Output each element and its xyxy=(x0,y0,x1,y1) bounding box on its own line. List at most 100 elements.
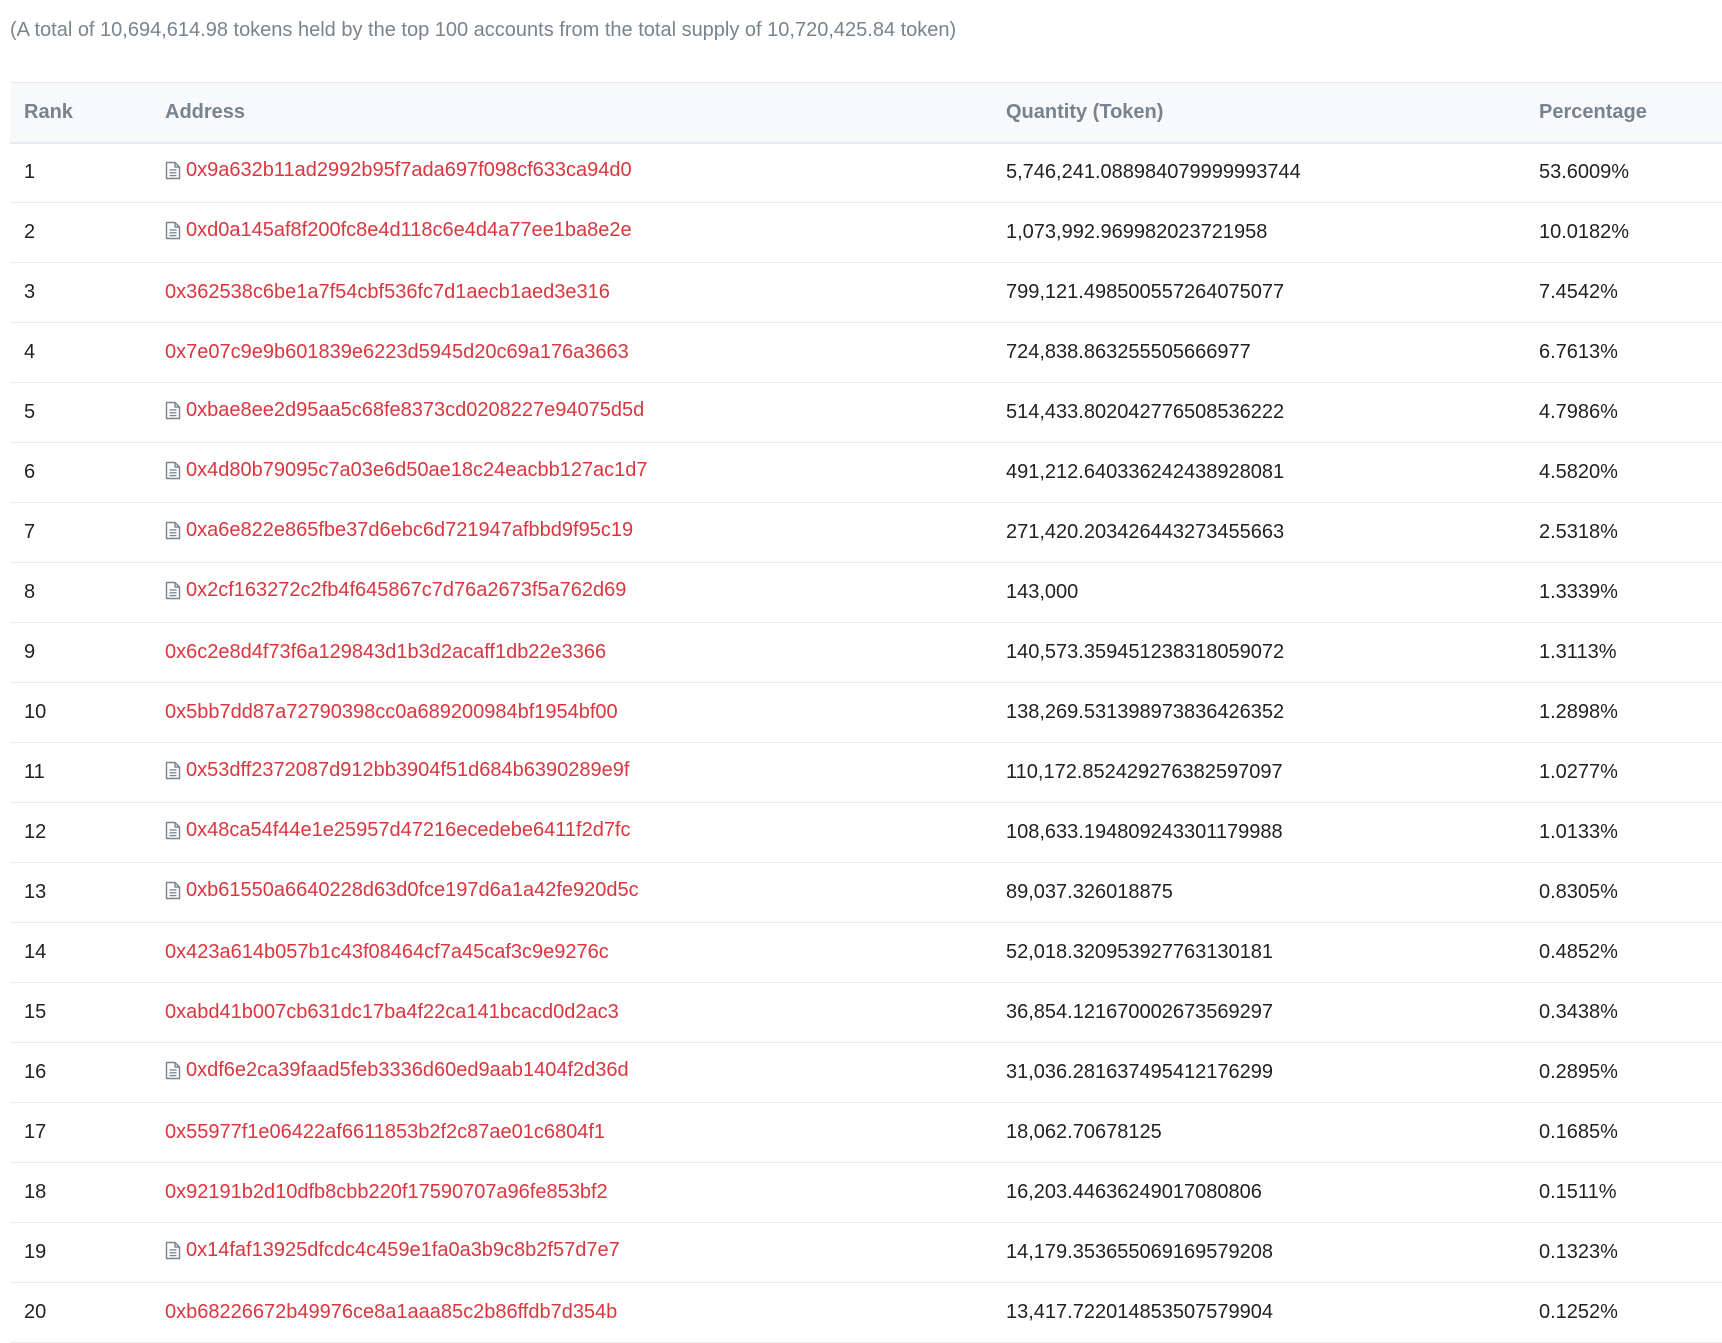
table-row: 17 0x55977f1e06422af6611853b2f2c87ae01c68… xyxy=(10,1102,1722,1163)
table-row: 3 0x362538c6be1a7f54cbf536fc7d1aecb1aed3e… xyxy=(10,262,1722,323)
holder-address-text: 0xb68226672b49976ce8a1aaa85c2b86ffdb7d35… xyxy=(165,1301,618,1323)
rank-cell: 19 xyxy=(10,1222,151,1283)
rank-cell: 9 xyxy=(10,622,151,683)
table-row: 11 0x53dff2372087d912bb3904f51d684b639028… xyxy=(10,742,1722,803)
holder-address-link[interactable]: 0x6c2e8d4f73f6a129843d1b3d2acaff1db22e33… xyxy=(165,641,606,664)
rank-cell: 8 xyxy=(10,562,151,623)
address-cell: 0x423a614b057b1c43f08464cf7a45caf3c9e927… xyxy=(151,922,992,983)
holder-address-link[interactable]: 0x53dff2372087d912bb3904f51d684b6390289e… xyxy=(165,759,629,782)
table-row: 8 0x2cf163272c2fb4f645867c7d76a2673f5a762… xyxy=(10,562,1722,623)
holder-address-text: 0xb61550a6640228d63d0fce197d6a1a42fe920d… xyxy=(186,879,639,901)
header-row: Rank Address Quantity (Token) Percentage xyxy=(10,82,1722,144)
table-row: 16 0xdf6e2ca39faad5feb3336d60ed9aab1404f2… xyxy=(10,1042,1722,1103)
holder-address-link[interactable]: 0xb61550a6640228d63d0fce197d6a1a42fe920d… xyxy=(165,879,639,902)
rank-cell: 17 xyxy=(10,1102,151,1163)
address-cell: 0x362538c6be1a7f54cbf536fc7d1aecb1aed3e3… xyxy=(151,262,992,323)
holder-address-link[interactable]: 0x4d80b79095c7a03e6d50ae18c24eacbb127ac1… xyxy=(165,459,648,482)
table-body: 1 0x9a632b11ad2992b95f7ada697f098cf633ca9… xyxy=(10,142,1722,1343)
table-row: 7 0xa6e822e865fbe37d6ebc6d721947afbbd9f95… xyxy=(10,502,1722,563)
holder-address-link[interactable]: 0xd0a145af8f200fc8e4d118c6e4d4a77ee1ba8e… xyxy=(165,219,632,242)
column-header-rank: Rank xyxy=(10,82,151,144)
holder-address-link[interactable]: 0xbae8ee2d95aa5c68fe8373cd0208227e94075d… xyxy=(165,399,644,422)
column-header-quantity: Quantity (Token) xyxy=(992,82,1525,144)
holder-address-link[interactable]: 0x9a632b11ad2992b95f7ada697f098cf633ca94… xyxy=(165,159,632,182)
holder-address-text: 0x5bb7dd87a72790398cc0a689200984bf1954bf… xyxy=(165,701,618,723)
holder-address-link[interactable]: 0x55977f1e06422af6611853b2f2c87ae01c6804… xyxy=(165,1121,605,1144)
percentage-cell: 0.1511% xyxy=(1525,1162,1722,1223)
file-text-icon xyxy=(165,161,181,180)
address-cell: 0x7e07c9e9b601839e6223d5945d20c69a176a36… xyxy=(151,322,992,383)
holder-address-text: 0x92191b2d10dfb8cbb220f17590707a96fe853b… xyxy=(165,1181,608,1203)
quantity-cell: 1,073,992.969982023721958 xyxy=(992,202,1525,263)
percentage-cell: 1.3339% xyxy=(1525,562,1722,623)
holder-address-link[interactable]: 0xa6e822e865fbe37d6ebc6d721947afbbd9f95c… xyxy=(165,519,633,542)
holder-address-link[interactable]: 0x7e07c9e9b601839e6223d5945d20c69a176a36… xyxy=(165,341,629,364)
percentage-cell: 0.1252% xyxy=(1525,1282,1722,1343)
column-header-percentage: Percentage xyxy=(1525,82,1722,144)
quantity-cell: 271,420.203426443273455663 xyxy=(992,502,1525,563)
holder-address-text: 0xd0a145af8f200fc8e4d118c6e4d4a77ee1ba8e… xyxy=(186,219,632,241)
quantity-cell: 108,633.194809243301179988 xyxy=(992,802,1525,863)
holder-address-link[interactable]: 0x423a614b057b1c43f08464cf7a45caf3c9e927… xyxy=(165,941,609,964)
file-text-icon xyxy=(165,761,181,780)
rank-cell: 4 xyxy=(10,322,151,383)
address-cell: 0x92191b2d10dfb8cbb220f17590707a96fe853b… xyxy=(151,1162,992,1223)
table-row: 12 0x48ca54f44e1e25957d47216ecedebe6411f2… xyxy=(10,802,1722,863)
percentage-cell: 0.1685% xyxy=(1525,1102,1722,1163)
quantity-cell: 514,433.802042776508536222 xyxy=(992,382,1525,443)
table-header: Rank Address Quantity (Token) Percentage xyxy=(10,82,1722,144)
percentage-cell: 6.7613% xyxy=(1525,322,1722,383)
table-row: 20 0xb68226672b49976ce8a1aaa85c2b86ffdb7d… xyxy=(10,1282,1722,1343)
percentage-cell: 1.0133% xyxy=(1525,802,1722,863)
address-cell: 0x55977f1e06422af6611853b2f2c87ae01c6804… xyxy=(151,1102,992,1163)
rank-cell: 7 xyxy=(10,502,151,563)
holder-address-text: 0x2cf163272c2fb4f645867c7d76a2673f5a762d… xyxy=(186,579,627,601)
percentage-cell: 1.0277% xyxy=(1525,742,1722,803)
table-row: 13 0xb61550a6640228d63d0fce197d6a1a42fe92… xyxy=(10,862,1722,923)
file-text-icon xyxy=(165,881,181,900)
holder-address-link[interactable]: 0x48ca54f44e1e25957d47216ecedebe6411f2d7… xyxy=(165,819,631,842)
holder-address-link[interactable]: 0x92191b2d10dfb8cbb220f17590707a96fe853b… xyxy=(165,1181,608,1204)
holder-address-link[interactable]: 0x2cf163272c2fb4f645867c7d76a2673f5a762d… xyxy=(165,579,626,602)
holder-address-text: 0xbae8ee2d95aa5c68fe8373cd0208227e94075d… xyxy=(186,399,645,421)
holders-summary: (A total of 10,694,614.98 tokens held by… xyxy=(10,19,957,41)
holder-address-text: 0xabd41b007cb631dc17ba4f22ca141bcacd0d2a… xyxy=(165,1001,619,1023)
quantity-cell: 110,172.852429276382597097 xyxy=(992,742,1525,803)
holder-address-link[interactable]: 0xdf6e2ca39faad5feb3336d60ed9aab1404f2d3… xyxy=(165,1059,629,1082)
table-row: 6 0x4d80b79095c7a03e6d50ae18c24eacbb127ac… xyxy=(10,442,1722,503)
percentage-cell: 1.3113% xyxy=(1525,622,1722,683)
holder-address-text: 0x55977f1e06422af6611853b2f2c87ae01c6804… xyxy=(165,1121,606,1143)
quantity-cell: 491,212.640336242438928081 xyxy=(992,442,1525,503)
holder-address-link[interactable]: 0x5bb7dd87a72790398cc0a689200984bf1954bf… xyxy=(165,701,618,724)
holder-address-link[interactable]: 0x14faf13925dfcdc4c459e1fa0a3b9c8b2f57d7… xyxy=(165,1239,620,1262)
quantity-cell: 36,854.121670002673569297 xyxy=(992,982,1525,1043)
address-cell: 0x53dff2372087d912bb3904f51d684b6390289e… xyxy=(151,742,992,803)
holder-address-text: 0x48ca54f44e1e25957d47216ecedebe6411f2d7… xyxy=(186,819,631,841)
holder-address-link[interactable]: 0xb68226672b49976ce8a1aaa85c2b86ffdb7d35… xyxy=(165,1301,617,1324)
rank-cell: 20 xyxy=(10,1282,151,1343)
file-text-icon xyxy=(165,461,181,480)
percentage-cell: 10.0182% xyxy=(1525,202,1722,263)
holder-address-text: 0x9a632b11ad2992b95f7ada697f098cf633ca94… xyxy=(186,159,632,182)
quantity-cell: 18,062.70678125 xyxy=(992,1102,1525,1163)
holder-address-link[interactable]: 0xabd41b007cb631dc17ba4f22ca141bcacd0d2a… xyxy=(165,1001,619,1024)
holder-address-text: 0x7e07c9e9b601839e6223d5945d20c69a176a36… xyxy=(165,341,629,363)
address-cell: 0xdf6e2ca39faad5feb3336d60ed9aab1404f2d3… xyxy=(151,1042,992,1103)
rank-cell: 1 xyxy=(10,142,151,203)
quantity-cell: 16,203.44636249017080806 xyxy=(992,1162,1525,1223)
file-text-icon xyxy=(165,401,181,420)
table-row: 2 0xd0a145af8f200fc8e4d118c6e4d4a77ee1ba8… xyxy=(10,202,1722,263)
table-row: 19 0x14faf13925dfcdc4c459e1fa0a3b9c8b2f57… xyxy=(10,1222,1722,1283)
percentage-cell: 1.2898% xyxy=(1525,682,1722,743)
rank-cell: 16 xyxy=(10,1042,151,1103)
percentage-cell: 7.4542% xyxy=(1525,262,1722,323)
address-cell: 0x5bb7dd87a72790398cc0a689200984bf1954bf… xyxy=(151,682,992,743)
address-cell: 0xabd41b007cb631dc17ba4f22ca141bcacd0d2a… xyxy=(151,982,992,1043)
quantity-cell: 31,036.281637495412176299 xyxy=(992,1042,1525,1103)
table-row: 15 0xabd41b007cb631dc17ba4f22ca141bcacd0d… xyxy=(10,982,1722,1043)
address-cell: 0xa6e822e865fbe37d6ebc6d721947afbbd9f95c… xyxy=(151,502,992,563)
table-row: 14 0x423a614b057b1c43f08464cf7a45caf3c9e9… xyxy=(10,922,1722,983)
quantity-cell: 143,000 xyxy=(992,562,1525,623)
holder-address-link[interactable]: 0x362538c6be1a7f54cbf536fc7d1aecb1aed3e3… xyxy=(165,281,610,304)
address-cell: 0xb61550a6640228d63d0fce197d6a1a42fe920d… xyxy=(151,862,992,923)
